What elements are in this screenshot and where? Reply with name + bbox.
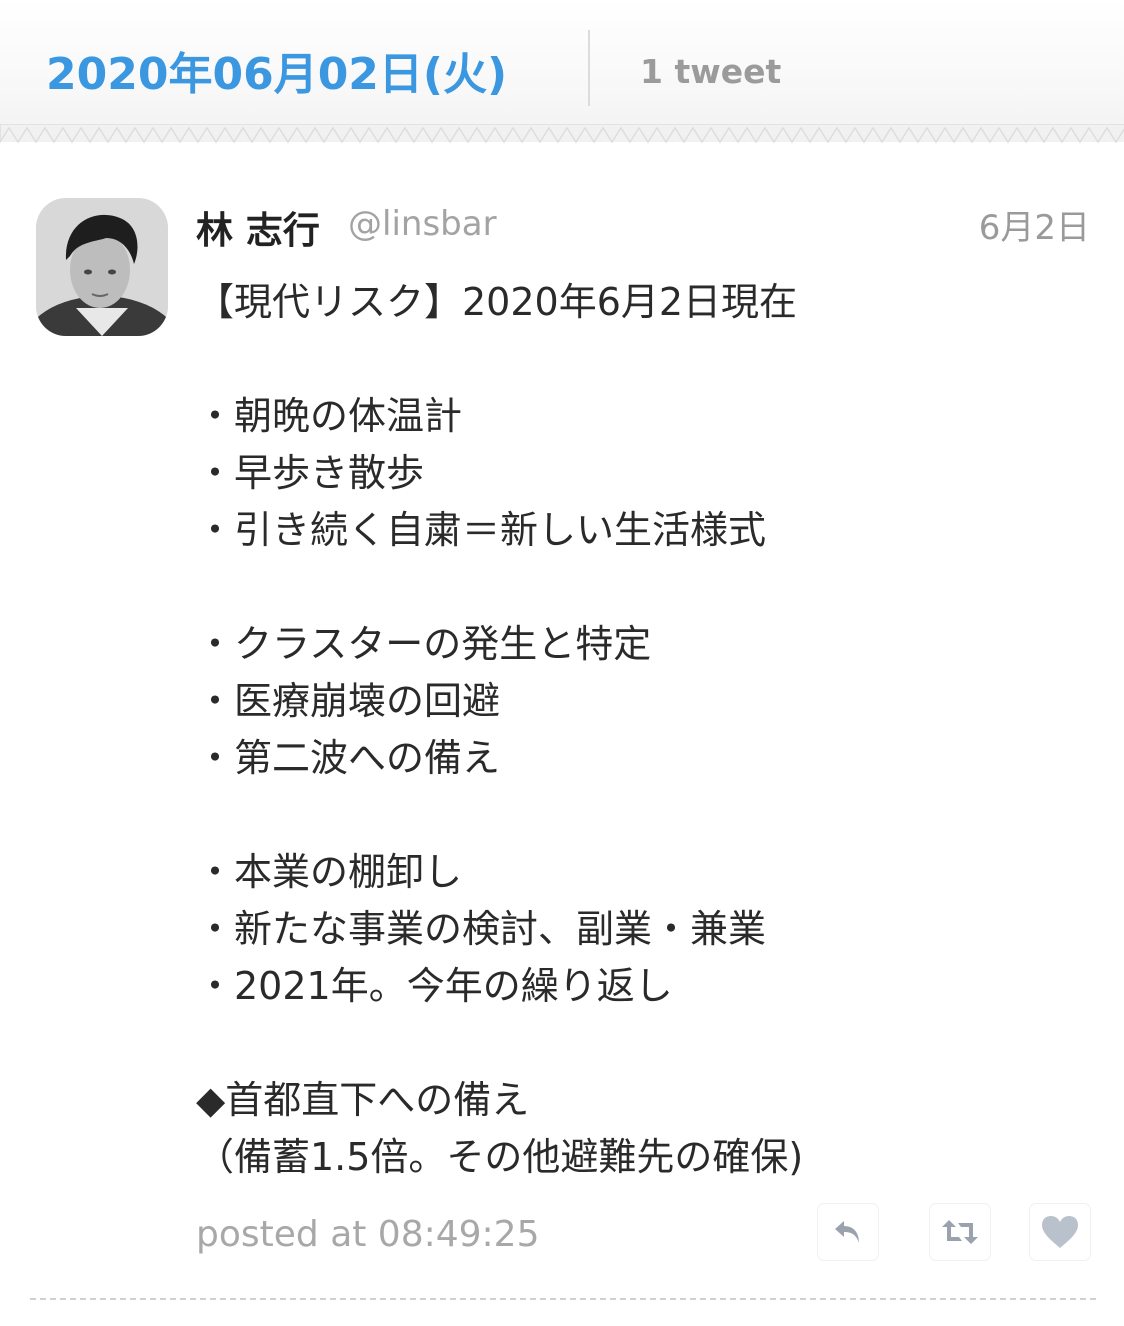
tweet-line — [196, 331, 1096, 388]
heart-icon — [1042, 1216, 1078, 1248]
avatar-image — [36, 198, 168, 336]
tweet-line: ・2021年。今年の繰り返し — [196, 964, 673, 1008]
posted-at-timestamp[interactable]: posted at 08:49:25 — [196, 1214, 540, 1255]
header-divider — [588, 30, 590, 106]
tweet-line: ・第二波への備え — [196, 736, 501, 780]
tweet-line: 【現代リスク】2020年6月2日現在 — [196, 280, 798, 324]
zigzag-divider — [0, 124, 1124, 154]
author-handle[interactable]: @linsbar — [348, 204, 497, 244]
tweet-line — [196, 559, 1096, 616]
tweet-line — [196, 1015, 1096, 1072]
tweet-line: ・新たな事業の検討、副業・兼業 — [196, 907, 767, 951]
avatar[interactable] — [36, 198, 168, 336]
tweet-line: ◆首都直下への備え — [196, 1078, 530, 1122]
date-header: 2020年06月02日(火) 1 tweet — [0, 0, 1124, 154]
tweet-line: ・医療崩壊の回避 — [196, 679, 501, 723]
tweet-line: （備蓄1.5倍。その他避難先の確保) — [196, 1135, 804, 1179]
retweet-button[interactable] — [930, 1204, 990, 1260]
tweet-divider — [30, 1298, 1096, 1300]
tweet-line — [196, 787, 1096, 844]
like-button[interactable] — [1030, 1204, 1090, 1260]
tweet-count: 1 tweet — [640, 52, 782, 91]
date-link[interactable]: 2020年06月02日(火) — [46, 38, 507, 102]
author-name[interactable]: 林 志行 — [196, 200, 320, 254]
tweet-line: ・朝晩の体温計 — [196, 394, 463, 438]
reply-button[interactable] — [818, 1204, 878, 1260]
tweet-line: ・本業の棚卸し — [196, 850, 463, 894]
tweet-log-page: 2020年06月02日(火) 1 tweet 林 志行 @linsbar 6月2… — [0, 0, 1124, 1326]
reply-icon — [835, 1221, 859, 1243]
tweet-text: 【現代リスク】2020年6月2日現在 ・朝晩の体温計 ・早歩き散歩 ・引き続く自… — [196, 274, 1096, 1186]
tweet-line: ・引き続く自粛＝新しい生活様式 — [196, 508, 767, 552]
tweet-date[interactable]: 6月2日 — [979, 200, 1090, 249]
tweet-line: ・クラスターの発生と特定 — [196, 622, 652, 666]
tweet-line: ・早歩き散歩 — [196, 451, 425, 495]
retweet-icon — [942, 1220, 978, 1244]
